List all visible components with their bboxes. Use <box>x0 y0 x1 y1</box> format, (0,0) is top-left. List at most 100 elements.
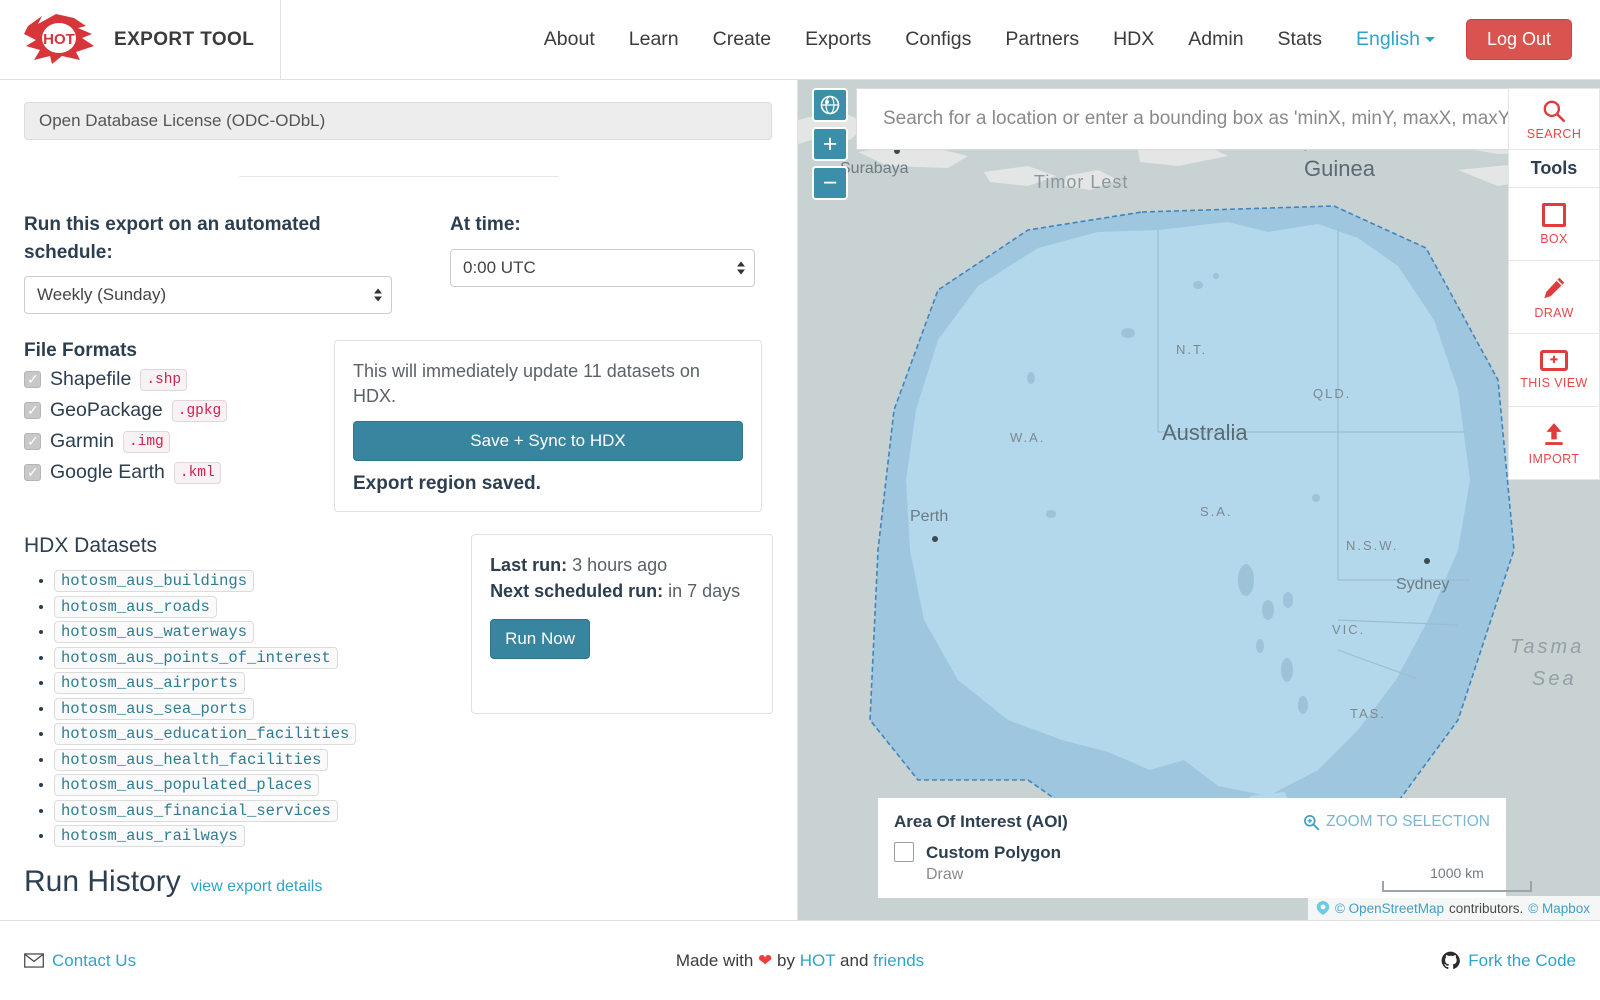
dataset-chip[interactable]: hotosm_aus_airports <box>54 672 245 695</box>
spinner-icon <box>737 261 745 275</box>
schedule-group: Run this export on an automated schedule… <box>24 211 392 315</box>
view-export-details-link[interactable]: view export details <box>191 878 323 896</box>
tool-label: BOX <box>1540 231 1568 246</box>
friends-link[interactable]: friends <box>873 951 924 970</box>
globe-icon[interactable] <box>812 88 848 122</box>
section-divider <box>238 176 559 177</box>
map-attribution: © OpenStreetMap contributors. © Mapbox <box>1307 896 1600 920</box>
checkbox-garmin[interactable] <box>24 431 41 451</box>
zoom-to-selection-link[interactable]: ZOOM TO SELECTION <box>1303 813 1490 831</box>
contact-us-link[interactable]: Contact Us <box>52 951 136 971</box>
hdx-datasets-title: HDX Datasets <box>24 534 158 558</box>
tool-draw-button[interactable]: DRAW <box>1508 261 1600 334</box>
time-label: At time: <box>450 214 521 235</box>
nav-item-partners[interactable]: Partners <box>988 20 1096 59</box>
footer-left: Contact Us <box>24 951 324 971</box>
search-button[interactable]: SEARCH <box>1508 88 1600 150</box>
license-field[interactable]: Open Database License (ODC-ODbL) <box>24 102 772 140</box>
dataset-chip[interactable]: hotosm_aus_sea_ports <box>54 697 255 720</box>
made-with-text: Made with <box>675 950 754 970</box>
dataset-chip[interactable]: hotosm_aus_financial_services <box>54 799 338 822</box>
footer-credits: Made with ❤ by HOT and friends <box>324 951 1276 971</box>
and-text: and <box>840 950 869 970</box>
search-label: SEARCH <box>1526 126 1582 141</box>
dataset-chip[interactable]: hotosm_aus_points_of_interest <box>54 646 338 669</box>
map-search-wrap <box>856 88 1600 150</box>
list-item: hotosm_aus_airports <box>54 672 449 695</box>
list-item: hotosm_aus_health_facilities <box>54 748 449 771</box>
nav-item-admin[interactable]: Admin <box>1171 20 1260 59</box>
list-item: hotosm_aus_roads <box>54 595 449 618</box>
license-value: Open Database License (ODC-ODbL) <box>39 111 326 130</box>
tools-header: Tools <box>1508 150 1600 188</box>
schedule-value: Weekly (Sunday) <box>37 285 167 305</box>
content-area: Open Database License (ODC-ODbL) Run thi… <box>0 80 1600 920</box>
map-canvas[interactable] <box>798 80 1600 920</box>
next-run-line: Next scheduled run: in 7 days <box>490 579 754 605</box>
checkbox-geopackage[interactable] <box>24 400 41 420</box>
format-label: Garmin <box>50 430 114 453</box>
hdx-sync-message: This will immediately update 11 datasets… <box>353 361 700 407</box>
schedule-label: Run this export on an automated schedule… <box>24 214 321 263</box>
logout-button[interactable]: Log Out <box>1465 19 1572 60</box>
checkbox-custom-polygon[interactable] <box>894 842 914 863</box>
checkbox-shapefile[interactable] <box>24 369 41 389</box>
nav-item-stats[interactable]: Stats <box>1261 20 1339 59</box>
time-select[interactable]: 0:00 UTC <box>450 248 755 287</box>
tool-box-button[interactable]: BOX <box>1508 188 1600 261</box>
nav-item-create[interactable]: Create <box>696 20 789 59</box>
search-input[interactable] <box>856 88 1600 150</box>
list-item: hotosm_aus_populated_places <box>54 774 449 797</box>
osm-attribution-link[interactable]: © OpenStreetMap <box>1335 901 1444 916</box>
dataset-chip[interactable]: hotosm_aus_roads <box>54 595 217 618</box>
brand-logo[interactable]: HOT EXPORT TOOL <box>0 0 282 79</box>
list-item: hotosm_aus_financial_services <box>54 799 449 822</box>
aoi-item-sub: Draw <box>926 866 964 884</box>
language-selector[interactable]: English <box>1339 20 1452 59</box>
nav-item-about[interactable]: About <box>527 20 612 59</box>
run-now-button[interactable]: Run Now <box>490 618 590 659</box>
last-run-line: Last run: 3 hours ago <box>490 553 754 579</box>
aoi-header: Area Of Interest (AOI) ZOOM TO SELECTION <box>894 812 1490 832</box>
checkbox-google-earth[interactable] <box>24 462 41 482</box>
dataset-chip[interactable]: hotosm_aus_buildings <box>54 570 255 593</box>
format-item-garmin[interactable]: Garmin .img <box>24 430 334 453</box>
schedule-select[interactable]: Weekly (Sunday) <box>24 276 392 315</box>
mapbox-attribution-link[interactable]: © Mapbox <box>1528 901 1590 916</box>
save-sync-hdx-button[interactable]: Save + Sync to HDX <box>353 421 743 462</box>
format-item-shapefile[interactable]: Shapefile .shp <box>24 368 334 391</box>
time-value: 0:00 UTC <box>463 257 536 277</box>
box-icon <box>1542 202 1566 227</box>
nav-item-hdx[interactable]: HDX <box>1096 20 1171 59</box>
dataset-chip[interactable]: hotosm_aus_waterways <box>54 621 255 644</box>
zoom-in-button[interactable]: + <box>812 127 848 161</box>
file-formats-section: File Formats Shapefile .shp GeoPackage .… <box>24 340 334 512</box>
last-run-value: 3 hours ago <box>572 555 668 576</box>
tool-import-button[interactable]: IMPORT <box>1508 407 1600 480</box>
zoom-out-button[interactable]: − <box>812 166 848 200</box>
fork-the-code-link[interactable]: Fork the Code <box>1468 951 1576 971</box>
next-run-label: Next scheduled run: <box>490 581 664 602</box>
format-item-google-earth[interactable]: Google Earth .kml <box>24 461 334 484</box>
format-label: GeoPackage <box>50 399 163 422</box>
this-view-icon: ✚ <box>1540 350 1568 371</box>
nav-item-exports[interactable]: Exports <box>788 20 888 59</box>
map-panel[interactable]: Surabaya Timor Lest Papua New Guinea N.T… <box>798 80 1600 920</box>
nav-item-learn[interactable]: Learn <box>612 20 696 59</box>
hot-link[interactable]: HOT <box>800 951 836 970</box>
dataset-chip[interactable]: hotosm_aus_education_facilities <box>54 723 357 746</box>
dataset-chip[interactable]: hotosm_aus_railways <box>54 825 245 848</box>
app-root: HOT EXPORT TOOL About Learn Create Expor… <box>0 0 1600 1000</box>
tool-this-view-button[interactable]: ✚ THIS VIEW <box>1508 334 1600 407</box>
aoi-item-custom-polygon[interactable]: Custom Polygon Draw <box>894 842 1490 886</box>
nav-item-configs[interactable]: Configs <box>888 20 988 59</box>
github-icon <box>1441 951 1461 969</box>
map-tools-panel: SEARCH Tools BOX DRAW ✚ THIS VIEW IMPORT <box>1508 88 1600 480</box>
format-item-geopackage[interactable]: GeoPackage .gpkg <box>24 399 334 422</box>
dataset-chip[interactable]: hotosm_aus_populated_places <box>54 774 320 797</box>
format-extension: .shp <box>140 368 188 391</box>
schedule-row: Run this export on an automated schedule… <box>24 211 773 315</box>
run-history-header: Run History view export details <box>24 865 773 899</box>
export-settings-panel: Open Database License (ODC-ODbL) Run thi… <box>0 80 798 920</box>
dataset-chip[interactable]: hotosm_aus_health_facilities <box>54 748 329 771</box>
